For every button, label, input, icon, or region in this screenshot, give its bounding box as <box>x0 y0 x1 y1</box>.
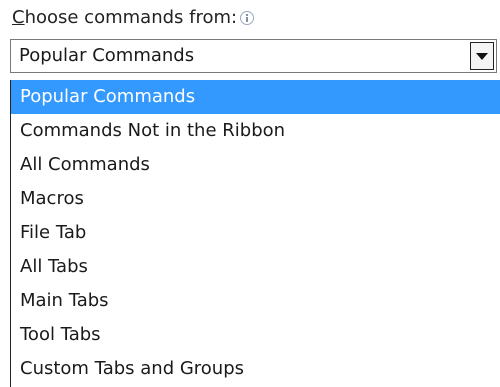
label-text: hoose commands from: <box>24 6 238 28</box>
list-item-all-tabs[interactable]: All Tabs <box>11 250 500 284</box>
choose-commands-label: Choose commands from: <box>12 2 255 32</box>
combobox-selected-value: Popular Commands <box>19 45 195 66</box>
list-item-commands-not-in-ribbon[interactable]: Commands Not in the Ribbon <box>11 114 500 148</box>
dropdown-button[interactable] <box>470 42 494 70</box>
list-item-all-commands[interactable]: All Commands <box>11 148 500 182</box>
list-item-macros[interactable]: Macros <box>11 182 500 216</box>
commands-source-dropdown-list: Popular Commands Commands Not in the Rib… <box>10 80 500 387</box>
list-item-custom-tabs-and-groups[interactable]: Custom Tabs and Groups <box>11 352 500 386</box>
accelerator-char: C <box>12 6 25 28</box>
list-item-popular-commands[interactable]: Popular Commands <box>11 80 500 114</box>
info-icon[interactable] <box>240 11 255 25</box>
chevron-down-icon <box>476 53 488 60</box>
list-item-file-tab[interactable]: File Tab <box>11 216 500 250</box>
choose-commands-panel: Choose commands from: Popular Commands P… <box>0 0 500 387</box>
list-item-tool-tabs[interactable]: Tool Tabs <box>11 318 500 352</box>
commands-source-combobox[interactable]: Popular Commands <box>10 39 497 73</box>
list-item-main-tabs[interactable]: Main Tabs <box>11 284 500 318</box>
